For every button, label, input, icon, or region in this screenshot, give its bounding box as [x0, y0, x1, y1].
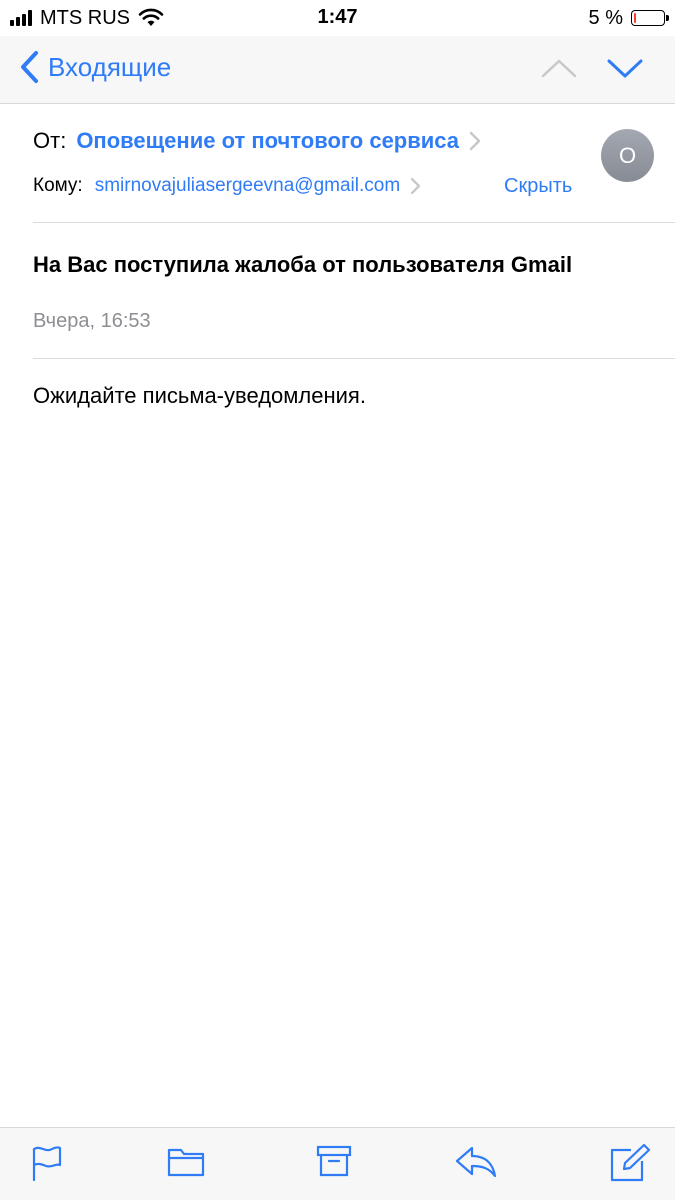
recipient-email[interactable]: smirnovajuliasergeevna@gmail.com	[95, 175, 400, 197]
message-body: Ожидайте письма-уведомления.	[33, 383, 366, 408]
chevron-down-icon	[607, 59, 643, 78]
sender-avatar[interactable]: О	[601, 129, 654, 182]
previous-message-button[interactable]	[540, 56, 578, 85]
move-to-folder-button[interactable]	[167, 1144, 205, 1183]
chevron-up-icon	[541, 59, 577, 78]
battery-percent: 5 %	[588, 6, 623, 29]
reply-icon	[455, 1146, 497, 1178]
compose-icon	[610, 1143, 651, 1182]
navigation-bar: Входящие	[0, 36, 675, 104]
battery-fill	[634, 13, 636, 23]
message-date: Вчера, 16:53	[33, 310, 151, 332]
compose-button[interactable]	[609, 1143, 651, 1187]
to-label: Кому:	[33, 175, 83, 196]
message-subject: На Вас поступила жалоба от пользователя …	[33, 252, 573, 277]
archive-button[interactable]	[316, 1144, 352, 1183]
from-row: От: Оповещение от почтового сервиса	[33, 128, 481, 154]
status-right: 5 %	[588, 6, 669, 30]
next-message-button[interactable]	[606, 56, 644, 85]
archive-icon	[316, 1145, 352, 1177]
folder-icon	[167, 1148, 205, 1177]
status-time: 1:47	[317, 6, 358, 28]
battery-icon	[631, 10, 669, 26]
sender-name[interactable]: Оповещение от почтового сервиса	[76, 128, 459, 154]
header-divider	[33, 222, 675, 223]
from-label: От:	[33, 128, 67, 153]
to-row: Кому: smirnovajuliasergeevna@gmail.com	[33, 175, 421, 197]
flag-icon	[32, 1146, 62, 1182]
chevron-right-icon	[469, 131, 481, 151]
chevron-right-icon	[411, 177, 421, 195]
mail-screen: MTS RUS 1:47 5 % Входящие От: Оповещение…	[0, 0, 675, 1200]
body-divider	[33, 358, 675, 359]
back-label: Входящие	[48, 51, 172, 82]
back-button[interactable]: Входящие	[18, 50, 171, 84]
status-bar: MTS RUS 1:47 5 %	[0, 0, 675, 36]
chevron-left-icon	[21, 51, 38, 83]
hide-details-button[interactable]: Скрыть	[504, 175, 572, 198]
flag-button[interactable]	[30, 1144, 64, 1187]
reply-button[interactable]	[454, 1144, 498, 1183]
bottom-toolbar	[0, 1127, 675, 1200]
